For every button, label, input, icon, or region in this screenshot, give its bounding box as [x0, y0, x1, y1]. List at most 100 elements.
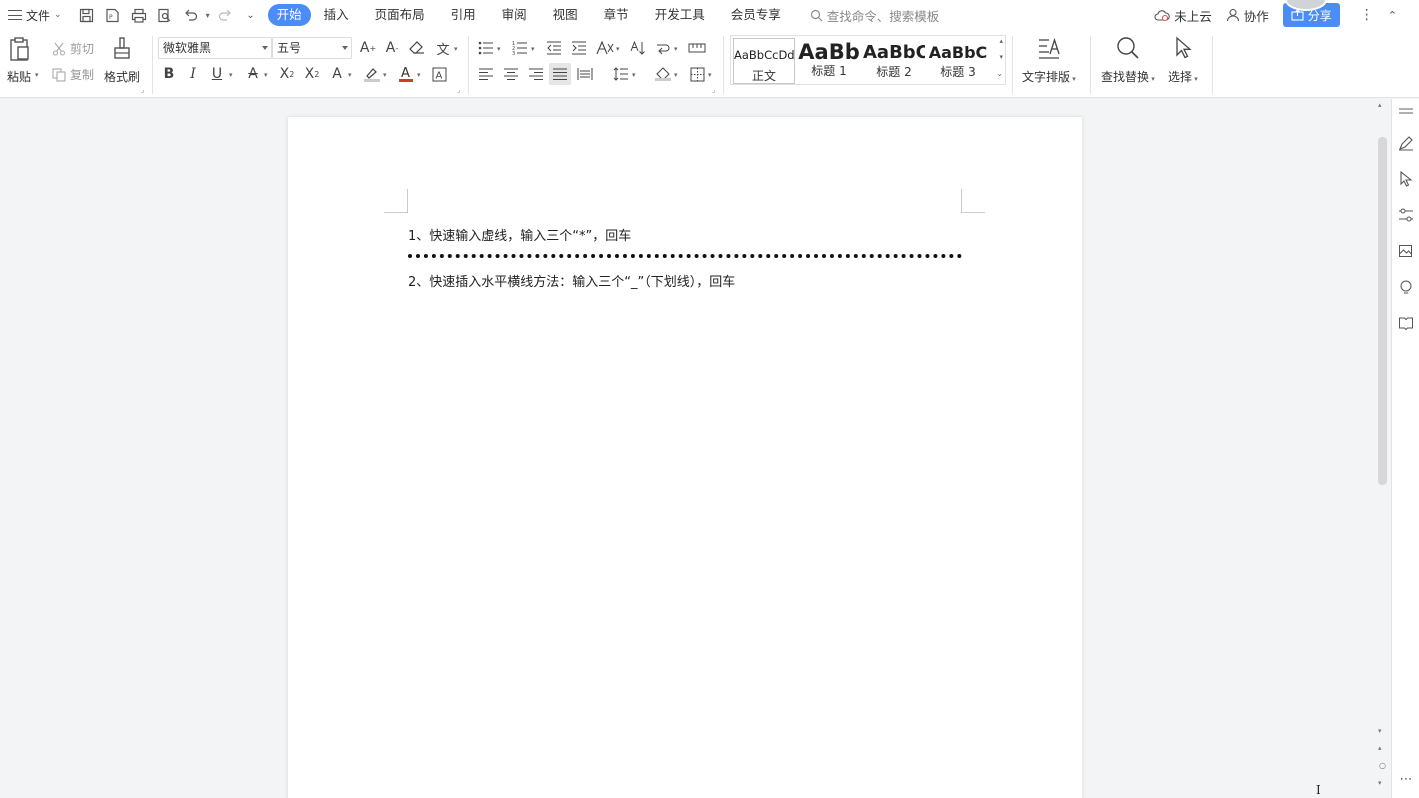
select-button[interactable]: 选择 ▾ — [1168, 36, 1198, 85]
italic-icon[interactable]: I — [182, 63, 204, 85]
phonetic-dropdown-icon[interactable]: ▾ — [454, 45, 458, 53]
shading-icon[interactable] — [652, 63, 674, 85]
style-heading-3[interactable]: AaBbC 标题 3 — [927, 38, 989, 84]
pointer-icon[interactable] — [1396, 169, 1416, 189]
cloud-status[interactable]: 未上云 — [1154, 6, 1212, 25]
undo-dropdown-icon[interactable]: ▾ — [206, 11, 210, 20]
file-menu[interactable]: 文件 ⌄ — [0, 0, 62, 30]
next-page-icon[interactable]: ▾ — [1378, 779, 1382, 787]
adjust-sliders-icon[interactable] — [1396, 205, 1416, 225]
character-border-icon[interactable]: A — [428, 63, 450, 85]
previous-page-icon[interactable]: ▴ — [1378, 744, 1382, 752]
highlight-dropdown-icon[interactable]: ▾ — [383, 71, 387, 79]
scrollbar-thumb[interactable] — [1378, 137, 1387, 485]
bullet-list-icon[interactable] — [475, 37, 497, 59]
styles-scroll-down-icon[interactable]: ▾ — [999, 53, 1003, 61]
chinese-layout-icon[interactable] — [594, 37, 616, 59]
bold-icon[interactable]: B — [158, 63, 180, 85]
more-options-icon[interactable]: ⋮ — [1360, 7, 1374, 23]
increase-font-size-icon[interactable]: A + — [357, 37, 379, 59]
paragraph-1[interactable]: 1、快速输入虚线，输入三个“*”，回车 — [408, 225, 631, 244]
font-color-dropdown-icon[interactable]: ▾ — [417, 71, 421, 79]
align-center-icon[interactable] — [500, 63, 522, 85]
text-layout-button[interactable]: 文字排版 ▾ — [1022, 36, 1076, 85]
command-search[interactable]: 查找命令、搜索模板 — [810, 6, 939, 25]
font-dialog-launcher-icon[interactable]: ⌟ — [457, 86, 460, 94]
styles-expand-icon[interactable]: ⌄ — [996, 69, 1003, 78]
export-pdf-icon[interactable]: P — [102, 4, 124, 26]
align-right-icon[interactable] — [525, 63, 547, 85]
increase-indent-icon[interactable] — [568, 37, 590, 59]
scroll-top-icon[interactable]: ▴ — [1378, 101, 1382, 109]
book-icon[interactable] — [1396, 313, 1416, 333]
style-normal[interactable]: AaBbCcDd 正文 — [733, 38, 795, 84]
find-replace-button[interactable]: 查找替换 ▾ — [1101, 36, 1155, 85]
tab-member[interactable]: 会员专享 — [718, 4, 794, 26]
subscript-icon[interactable]: X2 — [301, 63, 323, 85]
gallery-icon[interactable] — [1396, 241, 1416, 261]
print-icon[interactable] — [128, 4, 150, 26]
styles-scroll-up-icon[interactable]: ▴ — [999, 37, 1003, 45]
line-spacing-dropdown-icon[interactable]: ▾ — [632, 71, 636, 79]
strikethrough-icon[interactable]: A — [242, 63, 264, 85]
tab-page-layout[interactable]: 页面布局 — [362, 4, 438, 26]
bullet-list-dropdown-icon[interactable]: ▾ — [497, 45, 501, 53]
phonetic-guide-icon[interactable]: 文 — [432, 37, 454, 59]
share-button[interactable]: 分享 — [1282, 0, 1340, 27]
text-effect-dropdown-icon[interactable]: ▾ — [348, 71, 352, 79]
tab-developer[interactable]: 开发工具 — [642, 4, 718, 26]
clipboard-dialog-launcher-icon[interactable]: ⌟ — [141, 86, 144, 94]
paragraph-dialog-launcher-icon[interactable]: ⌟ — [712, 86, 715, 94]
cut-button[interactable]: 剪切 — [52, 40, 94, 57]
borders-icon[interactable] — [686, 63, 708, 85]
style-heading-2[interactable]: AaBbC 标题 2 — [863, 38, 925, 84]
collaborate-button[interactable]: 协作 — [1226, 6, 1269, 25]
superscript-icon[interactable]: X2 — [276, 63, 298, 85]
strikethrough-dropdown-icon[interactable]: ▾ — [264, 71, 268, 79]
vertical-scrollbar[interactable]: ▴ ▾ ▴ ○ ▾ — [1375, 99, 1390, 798]
clear-format-icon[interactable] — [406, 37, 428, 59]
lightbulb-icon[interactable] — [1396, 277, 1416, 297]
line-spacing-icon[interactable] — [610, 63, 632, 85]
distributed-align-icon[interactable] — [574, 63, 596, 85]
style-heading-1[interactable]: AaBb 标题 1 — [797, 38, 861, 84]
justify-icon[interactable] — [549, 63, 571, 85]
document-page[interactable]: 1、快速输入虚线，输入三个“*”，回车 2、快速插入水平横线方法：输入三个“_”… — [288, 117, 1082, 798]
paste-button[interactable]: 粘贴 — [6, 36, 32, 85]
underline-dropdown-icon[interactable]: ▾ — [229, 71, 233, 79]
save-icon[interactable] — [76, 4, 98, 26]
tab-references[interactable]: 引用 — [438, 4, 489, 26]
shading-dropdown-icon[interactable]: ▾ — [674, 71, 678, 79]
scroll-down-icon[interactable]: ▾ — [1378, 727, 1382, 735]
select-browse-object-icon[interactable]: ○ — [1379, 761, 1386, 770]
font-color-icon[interactable]: A — [395, 63, 417, 85]
collapse-panel-icon[interactable] — [1396, 101, 1416, 121]
decrease-indent-icon[interactable] — [543, 37, 565, 59]
sort-icon[interactable] — [627, 37, 649, 59]
font-name-select[interactable]: 微软雅黑 — [158, 37, 272, 59]
tab-review[interactable]: 审阅 — [489, 4, 540, 26]
text-effect-icon[interactable]: A — [326, 63, 348, 85]
tab-home[interactable]: 开始 — [267, 4, 311, 26]
paste-dropdown-icon[interactable]: ▾ — [35, 71, 39, 79]
font-size-select[interactable]: 五号 — [272, 37, 352, 59]
show-hide-marks-icon[interactable] — [652, 37, 674, 59]
redo-icon[interactable] — [214, 4, 236, 26]
borders-dropdown-icon[interactable]: ▾ — [708, 71, 712, 79]
copy-button[interactable]: 复制 — [52, 66, 94, 83]
print-preview-icon[interactable] — [154, 4, 176, 26]
numbered-list-dropdown-icon[interactable]: ▾ — [531, 45, 535, 53]
decrease-font-size-icon[interactable]: A- — [381, 37, 403, 59]
pen-icon[interactable] — [1396, 133, 1416, 153]
format-painter-button[interactable]: 格式刷 — [104, 36, 140, 85]
highlight-icon[interactable] — [361, 63, 383, 85]
tab-view[interactable]: 视图 — [540, 4, 591, 26]
collapse-ribbon-icon[interactable]: ⌃ — [1388, 9, 1397, 22]
numbered-list-icon[interactable]: 123 — [509, 37, 531, 59]
ruler-icon[interactable] — [686, 37, 708, 59]
customize-toolbar-icon[interactable]: ⌄ — [240, 4, 262, 26]
align-left-icon[interactable] — [475, 63, 497, 85]
tab-insert[interactable]: 插入 — [311, 4, 362, 26]
underline-icon[interactable]: U — [206, 63, 228, 85]
show-hide-dropdown-icon[interactable]: ▾ — [674, 45, 678, 53]
